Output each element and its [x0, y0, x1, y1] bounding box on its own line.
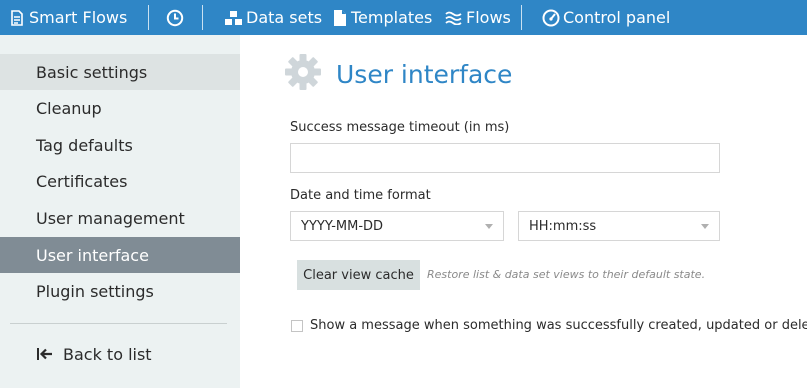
- waves-icon: [445, 11, 462, 25]
- sidebar-item-cleanup[interactable]: Cleanup: [0, 90, 240, 126]
- sidebar-item-user-interface[interactable]: User interface: [0, 237, 240, 273]
- nav-control-panel[interactable]: Control panel: [542, 0, 670, 35]
- page-title: User interface: [336, 59, 513, 89]
- brand-logo-icon: [10, 9, 24, 26]
- gauge-icon: [542, 9, 560, 27]
- timeout-input[interactable]: [290, 143, 720, 173]
- brand-label: Smart Flows: [29, 8, 128, 27]
- nav-templates[interactable]: Templates: [334, 0, 432, 35]
- nav-separator: [521, 5, 522, 30]
- datetime-format-label: Date and time format: [290, 188, 431, 203]
- sidebar-item-label: Certificates: [36, 171, 128, 191]
- gear-icon: [284, 53, 322, 95]
- clear-cache-hint: Restore list & data set views to their d…: [427, 268, 706, 281]
- nav-datasets-label: Data sets: [246, 8, 323, 27]
- history-button[interactable]: [166, 0, 184, 35]
- nav-datasets[interactable]: Data sets: [225, 0, 322, 35]
- chevron-down-icon: [701, 224, 709, 229]
- sidebar-item-label: User management: [36, 208, 185, 228]
- time-format-select[interactable]: HH:mm:ss: [518, 211, 720, 241]
- brand-link[interactable]: Smart Flows: [10, 0, 127, 35]
- back-to-list-link[interactable]: Back to list: [36, 343, 152, 365]
- sidebar-item-label: User interface: [36, 245, 149, 265]
- sidebar-item-user-management[interactable]: User management: [0, 200, 240, 236]
- page-header: User interface: [284, 54, 512, 94]
- show-message-checkbox[interactable]: [291, 320, 303, 332]
- sidebar-item-plugin-settings[interactable]: Plugin settings: [0, 273, 240, 309]
- nav-separator: [202, 5, 203, 30]
- sidebar-divider: [10, 323, 227, 324]
- time-format-value: HH:mm:ss: [529, 218, 597, 234]
- settings-sidebar: Basic settings Cleanup Tag defaults Cert…: [0, 35, 240, 388]
- chevron-down-icon: [485, 224, 493, 229]
- sidebar-item-label: Tag defaults: [36, 135, 133, 155]
- date-format-value: YYYY-MM-DD: [301, 218, 384, 234]
- timeout-label: Success message timeout (in ms): [290, 120, 510, 135]
- sidebar-item-label: Basic settings: [36, 62, 148, 82]
- datasets-icon: [225, 10, 242, 26]
- sidebar-item-tag-defaults[interactable]: Tag defaults: [0, 127, 240, 163]
- back-to-list-label: Back to list: [63, 344, 152, 364]
- date-format-select[interactable]: YYYY-MM-DD: [290, 211, 504, 241]
- clear-view-cache-button[interactable]: Clear view cache: [297, 260, 420, 290]
- show-message-label[interactable]: Show a message when something was succes…: [310, 318, 807, 333]
- back-arrow-icon: [36, 346, 54, 362]
- top-navbar: Smart Flows Data sets Templates Flows Co…: [0, 0, 807, 35]
- nav-flows[interactable]: Flows: [445, 0, 511, 35]
- clock-icon: [166, 9, 184, 27]
- sidebar-item-label: Plugin settings: [36, 281, 154, 301]
- nav-control-panel-label: Control panel: [563, 8, 671, 27]
- nav-flows-label: Flows: [466, 8, 511, 27]
- nav-separator: [148, 5, 149, 30]
- sidebar-item-basic-settings[interactable]: Basic settings: [0, 54, 240, 90]
- document-icon: [334, 9, 346, 26]
- nav-templates-label: Templates: [351, 8, 433, 27]
- sidebar-item-label: Cleanup: [36, 98, 102, 118]
- sidebar-item-certificates[interactable]: Certificates: [0, 163, 240, 199]
